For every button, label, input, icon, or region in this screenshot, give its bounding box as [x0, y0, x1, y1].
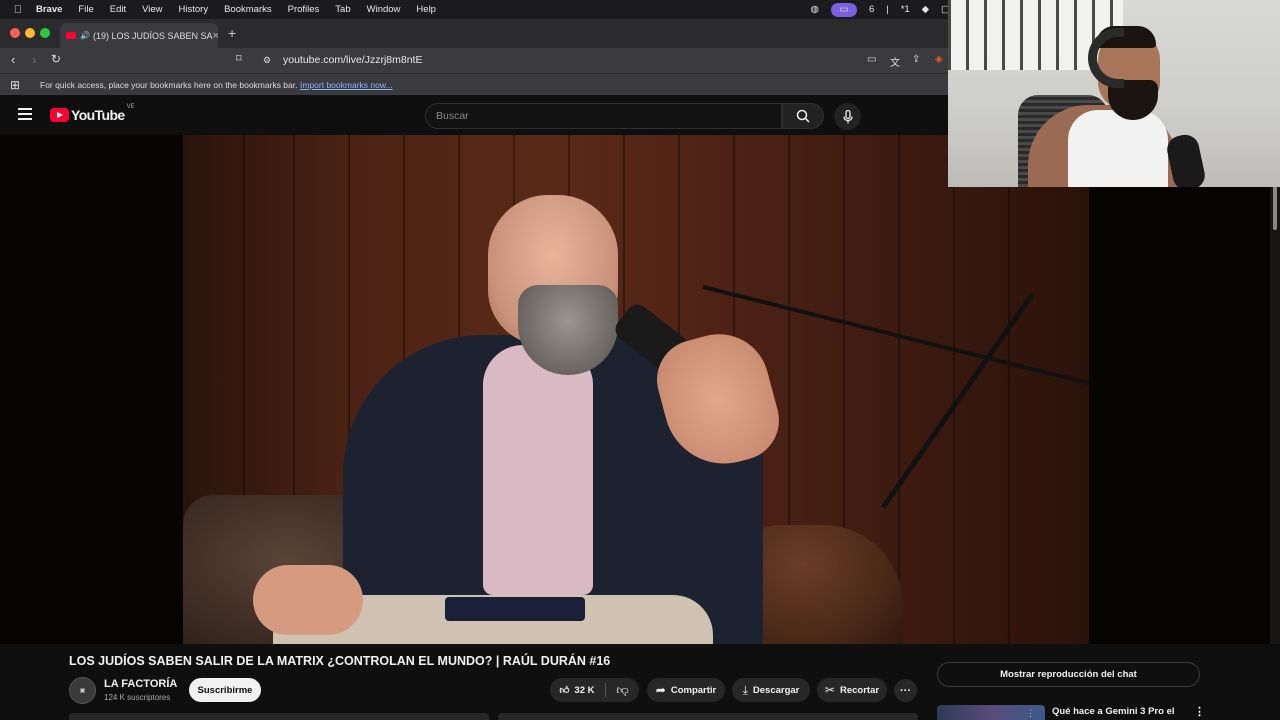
- speaker-left-hand: [253, 565, 363, 635]
- show-chat-replay-button[interactable]: Mostrar reproducción del chat: [937, 662, 1200, 687]
- clip-label: Recortar: [839, 684, 880, 696]
- mic-arm-lower: [880, 293, 1035, 509]
- apps-grid-icon[interactable]: ⊞: [10, 78, 20, 92]
- channel-avatar[interactable]: ▣: [69, 677, 96, 704]
- forward-icon[interactable]: ›: [32, 52, 36, 67]
- share-label: Compartir: [670, 684, 717, 696]
- reload-icon[interactable]: ↻: [51, 52, 61, 66]
- zoom-window-button[interactable]: [40, 28, 50, 38]
- youtube-wordmark: YouTube: [71, 107, 125, 123]
- status-count[interactable]: 6: [869, 4, 874, 15]
- menu-tab[interactable]: Tab: [335, 4, 350, 15]
- shield-icon[interactable]: ◆: [922, 4, 929, 15]
- browser-tab[interactable]: 🔊 (19) LOS JUDÍOS SABEN SA ×: [60, 23, 218, 48]
- menubar-status-area: ◍ ▭ 6 | *1 ◆ ▢: [811, 2, 950, 17]
- bookmark-icon[interactable]: ⌑: [236, 52, 242, 65]
- youtube-logo[interactable]: YouTube VE: [50, 104, 135, 123]
- youtube-header: YouTube VE: [0, 96, 948, 135]
- download-icon: ⤓: [742, 682, 748, 697]
- scissors-icon: ✂: [824, 683, 835, 697]
- like-count: 32 K: [574, 684, 595, 696]
- dislike-button[interactable]: 👎︎: [606, 678, 639, 702]
- description-box[interactable]: [69, 713, 489, 720]
- url-text[interactable]: youtube.com/live/Jzzrj8m8ntE: [283, 54, 422, 66]
- site-settings-icon[interactable]: ⚙: [263, 55, 271, 66]
- thumbs-down-icon: 👎︎: [616, 682, 629, 697]
- channel-name[interactable]: LA FACTORÍA: [104, 678, 177, 690]
- speaker-belt: [445, 597, 585, 621]
- subscriber-count: 124 K suscriptores: [104, 693, 171, 702]
- bookmarks-hint: For quick access, place your bookmarks h…: [40, 80, 298, 90]
- menu-icon[interactable]: [18, 108, 32, 120]
- like-button[interactable]: 👍︎ 32 K: [550, 678, 604, 702]
- import-bookmarks-link[interactable]: Import bookmarks now...: [300, 80, 393, 90]
- tab-title: (19) LOS JUDÍOS SABEN SA: [92, 30, 213, 41]
- video-player[interactable]: [0, 135, 1270, 644]
- share-arrow-icon: ➦: [655, 683, 666, 697]
- subscribe-button[interactable]: Suscribirme: [189, 678, 261, 702]
- globe-icon[interactable]: ◍: [811, 4, 819, 15]
- new-tab-button[interactable]: +: [228, 25, 236, 41]
- translate-icon[interactable]: 文: [890, 54, 900, 69]
- thumbnail-menu-icon[interactable]: ⋮: [1026, 708, 1035, 719]
- speaker-shirt: [483, 345, 593, 595]
- menu-brave[interactable]: Brave: [36, 4, 62, 15]
- youtube-favicon-icon: [66, 32, 76, 39]
- share-icon[interactable]: ⇪: [912, 54, 920, 65]
- video-title: LOS JUDÍOS SABEN SALIR DE LA MATRIX ¿CON…: [69, 654, 611, 668]
- menu-profiles[interactable]: Profiles: [288, 4, 320, 15]
- menu-help[interactable]: Help: [416, 4, 436, 15]
- menu-window[interactable]: Window: [367, 4, 401, 15]
- status-star[interactable]: *1: [901, 4, 910, 15]
- country-code: VE: [126, 104, 135, 110]
- share-button[interactable]: ➦ Compartir: [647, 678, 725, 702]
- brave-shield-icon[interactable]: ◈: [935, 54, 943, 65]
- youtube-play-icon: [50, 108, 69, 122]
- download-button[interactable]: ⤓ Descargar: [732, 678, 810, 702]
- webcam-overlay: [948, 0, 1280, 187]
- search-box: [425, 103, 782, 129]
- search-input[interactable]: [426, 104, 781, 128]
- streamer-tank-top: [1068, 110, 1168, 187]
- apple-icon[interactable]: : [0, 4, 36, 16]
- close-window-button[interactable]: [10, 28, 20, 38]
- search-button[interactable]: [782, 103, 824, 129]
- recommended-more-icon[interactable]: ⋮: [1194, 705, 1205, 718]
- close-tab-icon[interactable]: ×: [213, 30, 218, 42]
- menu-view[interactable]: View: [142, 4, 162, 15]
- scrollbar-thumb[interactable]: [1273, 185, 1277, 230]
- divider-icon: |: [886, 4, 889, 15]
- voice-search-button[interactable]: [834, 103, 861, 130]
- menu-file[interactable]: File: [78, 4, 93, 15]
- microphone-icon: [842, 109, 853, 123]
- menu-bookmarks[interactable]: Bookmarks: [224, 4, 272, 15]
- recommended-title[interactable]: Qué hace a Gemini 3 Pro el: [1052, 706, 1175, 717]
- speaker-icon[interactable]: 🔊: [80, 31, 90, 40]
- screen-share-icon[interactable]: ▭: [830, 2, 857, 17]
- video-frame: [183, 135, 1089, 644]
- cast-icon[interactable]: ▭: [867, 54, 876, 65]
- like-dislike-group: 👍︎ 32 K 👎︎: [550, 678, 639, 702]
- browser-tab-bar: 🔊 (19) LOS JUDÍOS SABEN SA × +: [0, 19, 948, 48]
- bookmarks-bar: ⊞ For quick access, place your bookmarks…: [0, 73, 948, 95]
- menu-edit[interactable]: Edit: [110, 4, 126, 15]
- search-icon: [796, 109, 810, 123]
- comments-box[interactable]: [498, 713, 918, 720]
- more-actions-button[interactable]: ···: [894, 679, 917, 702]
- download-label: Descargar: [752, 684, 800, 696]
- thumbs-up-icon: 👍︎: [559, 685, 570, 696]
- menu-history[interactable]: History: [179, 4, 209, 15]
- clip-button[interactable]: ✂ Recortar: [817, 678, 887, 702]
- address-bar: ‹ › ↻ ⌑ ⚙ youtube.com/live/Jzzrj8m8ntE ▭…: [0, 48, 948, 73]
- back-icon[interactable]: ‹: [11, 52, 15, 67]
- minimize-window-button[interactable]: [25, 28, 35, 38]
